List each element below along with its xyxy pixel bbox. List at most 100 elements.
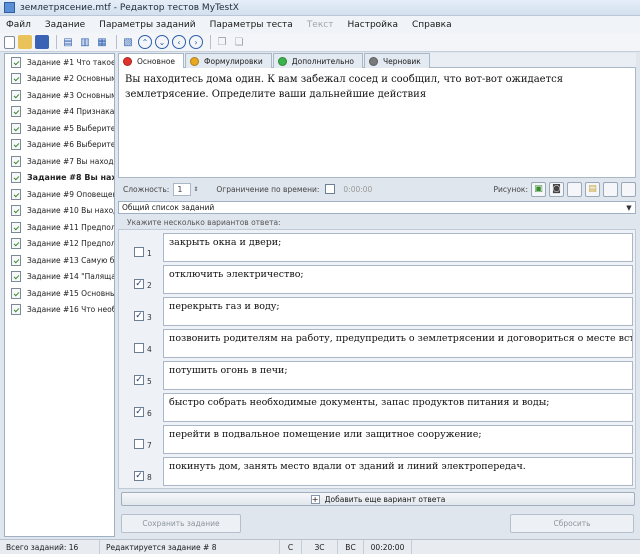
picture-extra2-icon[interactable] bbox=[621, 181, 636, 197]
picture-label: Рисунок: bbox=[493, 184, 528, 194]
move-down-icon[interactable]: ⌄ bbox=[155, 35, 169, 49]
menu-item[interactable]: Файл bbox=[6, 20, 31, 30]
task-list-item[interactable]: Задание #5 Выберите н bbox=[5, 120, 114, 137]
add-answer-button[interactable]: + Добавить еще вариант ответа bbox=[121, 492, 635, 506]
task-list-item[interactable]: Задание #13 Самую бол bbox=[5, 252, 114, 269]
answer-checkbox[interactable]: ✓ bbox=[134, 471, 144, 481]
menu-item[interactable]: Задание bbox=[45, 20, 85, 30]
open-folder-icon[interactable] bbox=[18, 35, 32, 49]
prev-task-icon[interactable]: ‹ bbox=[172, 35, 186, 49]
answers-panel: 1 закрыть окна и двери; ✓ 2 отключить электр… bbox=[118, 229, 636, 489]
task-list-item[interactable]: Задание #1 Что такое з bbox=[5, 54, 114, 71]
add-task-copy-icon[interactable]: ▥ bbox=[78, 35, 92, 49]
answer-text-field[interactable]: отключить электричество; bbox=[163, 265, 633, 294]
answer-number: 8 bbox=[147, 473, 152, 482]
task-list-item[interactable]: Задание #15 Основным bbox=[5, 285, 114, 302]
status-vs: ВС bbox=[338, 539, 364, 554]
task-list-item[interactable]: Задание #7 Вы находит bbox=[5, 153, 114, 170]
new-file-icon[interactable] bbox=[4, 35, 15, 49]
task-check-icon bbox=[11, 188, 21, 200]
save-icon[interactable] bbox=[35, 35, 49, 49]
answer-row: 4 позвонить родителям на работу, предупре… bbox=[119, 327, 637, 358]
save-task-button[interactable]: Сохранить задание bbox=[121, 514, 241, 533]
task-list-item[interactable]: Задание #3 Основными bbox=[5, 87, 114, 104]
menu-item[interactable]: Справка bbox=[412, 20, 452, 30]
chevron-down-icon[interactable]: ▼ bbox=[623, 204, 635, 212]
task-list-item[interactable]: Задание #11 Предполож bbox=[5, 219, 114, 236]
spinner-arrows-icon[interactable]: ⇕ bbox=[193, 186, 198, 193]
picture-clear-icon[interactable] bbox=[567, 181, 582, 197]
answer-text-field[interactable]: быстро собрать необходимые документы, за… bbox=[163, 393, 633, 422]
task-list-item[interactable]: Задание #12 Предполож bbox=[5, 236, 114, 253]
toolbar-separator bbox=[56, 35, 57, 49]
answer-number: 2 bbox=[147, 281, 152, 290]
picture-add-icon[interactable]: ▣ bbox=[531, 181, 546, 197]
menu-item[interactable]: Параметры теста bbox=[210, 20, 293, 30]
answer-row: 1 закрыть окна и двери; bbox=[119, 231, 637, 262]
add-task-icon[interactable]: ▤ bbox=[61, 35, 75, 49]
task-list-item[interactable]: Задание #10 Вы находи bbox=[5, 203, 114, 220]
menu-item[interactable]: Настройка bbox=[347, 20, 398, 30]
camera-icon[interactable]: ◙ bbox=[549, 181, 564, 197]
task-label: Задание #7 Вы находит bbox=[27, 156, 114, 166]
answer-checkbox[interactable] bbox=[134, 343, 144, 353]
tab-2[interactable]: Дополнительно bbox=[272, 53, 363, 68]
answer-row: ✓ 8 покинуть дом, занять место вдали от зд… bbox=[119, 455, 637, 486]
answer-row: ✓ 2 отключить электричество; bbox=[119, 263, 637, 294]
task-check-icon bbox=[11, 73, 21, 85]
question-text[interactable]: Вы находитесь дома один. К вам забежал с… bbox=[118, 68, 636, 178]
task-label: Задание #12 Предполож bbox=[27, 239, 114, 249]
picture-extra-icon[interactable] bbox=[603, 181, 618, 197]
paste-icon[interactable]: ❏ bbox=[232, 35, 246, 49]
answer-checkbox[interactable] bbox=[134, 247, 144, 257]
next-task-icon[interactable]: › bbox=[189, 35, 203, 49]
answer-text-field[interactable]: перекрыть газ и воду; bbox=[163, 297, 633, 326]
task-label: Задание #8 Вы наход bbox=[27, 173, 114, 183]
answer-text-field[interactable]: покинуть дом, занять место вдали от здан… bbox=[163, 457, 633, 486]
task-list-item[interactable]: Задание #6 Выберите и bbox=[5, 137, 114, 154]
tab-1[interactable]: Формулировки bbox=[185, 53, 272, 68]
reset-button[interactable]: Сбросить bbox=[510, 514, 634, 533]
answer-number: 6 bbox=[147, 409, 152, 418]
answer-text-field[interactable]: закрыть окна и двери; bbox=[163, 233, 633, 262]
answer-checkbox[interactable]: ✓ bbox=[134, 311, 144, 321]
menu-item[interactable]: Текст bbox=[307, 20, 334, 30]
answer-checkbox[interactable]: ✓ bbox=[134, 407, 144, 417]
time-limit-checkbox[interactable] bbox=[325, 184, 336, 194]
delete-task-icon[interactable]: ▦ bbox=[95, 35, 109, 49]
tab-0[interactable]: Основное bbox=[118, 53, 185, 68]
task-list-item[interactable]: Задание #2 Основным bbox=[5, 71, 114, 88]
task-group-select[interactable]: Общий список заданий ▼ bbox=[118, 201, 636, 214]
task-list-item[interactable]: Задание #8 Вы наход bbox=[5, 170, 114, 187]
task-list-item[interactable]: Задание #9 Оповещен bbox=[5, 186, 114, 203]
task-check-icon bbox=[11, 122, 21, 134]
answer-checkbox[interactable]: ✓ bbox=[134, 279, 144, 289]
answer-number: 7 bbox=[147, 441, 152, 450]
answer-text-field[interactable]: перейти в подвальное помещение или защит… bbox=[163, 425, 633, 454]
copy-icon[interactable]: ❐ bbox=[215, 35, 229, 49]
plus-icon: + bbox=[310, 494, 320, 504]
time-value[interactable]: 0:00:00 bbox=[343, 185, 372, 194]
picture-paste-icon[interactable]: ▤ bbox=[585, 181, 600, 197]
answer-text-field[interactable]: потушить огонь в печи; bbox=[163, 361, 633, 390]
move-up-icon[interactable]: ⌃ bbox=[138, 35, 152, 49]
menu-bar: Файл Задание Параметры заданий Параметры те… bbox=[0, 16, 640, 33]
task-list-item[interactable]: Задание #4 Признаками bbox=[5, 104, 114, 121]
task-check-icon bbox=[11, 155, 21, 167]
tab-status-icon bbox=[277, 56, 287, 66]
answer-checkbox[interactable]: ✓ bbox=[134, 375, 144, 385]
tab-3[interactable]: Черновик bbox=[364, 53, 430, 68]
answer-text-field[interactable]: позвонить родителям на работу, предупред… bbox=[163, 329, 633, 358]
time-limit-label: Ограничение по времени: bbox=[216, 184, 320, 194]
task-list-item[interactable]: Задание #14 "Палящая bbox=[5, 269, 114, 286]
status-total: Всего заданий: 16 bbox=[0, 539, 100, 554]
menu-item[interactable]: Параметры заданий bbox=[99, 20, 195, 30]
task-settings-icon[interactable]: ▧ bbox=[121, 35, 135, 49]
difficulty-spinner[interactable]: 1 bbox=[173, 182, 192, 196]
answer-hint: Укажите несколько вариантов ответа: bbox=[127, 218, 281, 227]
status-time: 00:20:00 bbox=[364, 539, 412, 554]
task-check-icon bbox=[11, 89, 21, 101]
task-list-item[interactable]: Задание #16 Что необх bbox=[5, 302, 114, 319]
answer-checkbox[interactable] bbox=[134, 439, 144, 449]
task-check-icon bbox=[11, 172, 21, 184]
